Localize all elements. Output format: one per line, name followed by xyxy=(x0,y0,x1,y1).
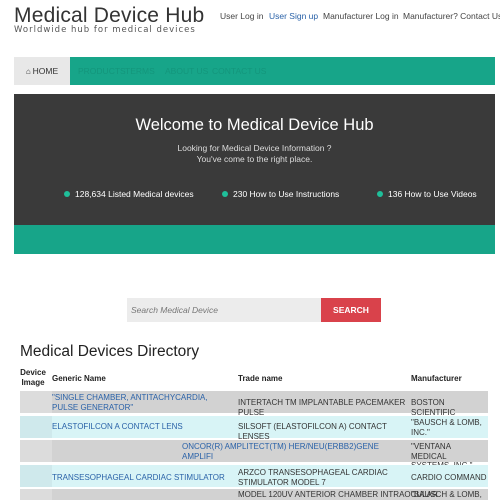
trade-name: ARZCO TRANSESOPHAGEAL CARDIAC STIMULATOR… xyxy=(238,468,388,487)
device-image xyxy=(20,440,52,462)
table-row[interactable]: ELASTOFILCON A CONTACT LENS SILSOFT (ELA… xyxy=(20,416,488,441)
hero-accent-band xyxy=(14,225,495,254)
device-image xyxy=(20,489,52,500)
stat-listed-devices: 128,634 Listed Medical devices xyxy=(64,189,194,199)
stat-label: 136 How to Use Videos xyxy=(388,189,477,199)
generic-name-link[interactable]: TRANSESOPHAGEAL CARDIAC STIMULATOR xyxy=(52,473,232,483)
directory-title: Medical Devices Directory xyxy=(20,343,200,360)
nav-contact-us[interactable]: CONTACT US xyxy=(212,57,266,85)
trade-name: INTERTACH TM IMPLANTABLE PACEMAKER PULSE xyxy=(238,398,406,417)
table-row[interactable]: "SINGLE CHAMBER, ANTITACHYCARDIA, PULSE … xyxy=(20,391,488,417)
hero-subtitle-line2: You've come to the right place. xyxy=(196,154,313,164)
nav-home[interactable]: ⌂ HOME xyxy=(14,57,70,85)
manufacturer: "BAUSCH & LOMB, xyxy=(411,490,482,499)
col-header-generic-name: Generic Name xyxy=(52,374,106,383)
manufacturer: CARDIO COMMAND xyxy=(411,473,487,482)
site-tagline: Worldwide hub for medical devices xyxy=(14,25,196,35)
search-button[interactable]: SEARCH xyxy=(321,298,381,322)
table-row[interactable]: TRANSESOPHAGEAL CARDIAC STIMULATOR ARZCO… xyxy=(20,465,488,487)
user-signup-link[interactable]: User Sign up xyxy=(269,11,318,21)
trade-name-link[interactable]: ONCOR(R) AMPLITECT(TM) HER/NEU(ERBB2)GEN… xyxy=(182,442,410,461)
home-icon: ⌂ xyxy=(25,67,31,76)
hero-title: Welcome to Medical Device Hub xyxy=(135,116,374,134)
col-header-device-image: Device Image xyxy=(20,368,46,387)
hero-subtitle-line1: Looking for Medical Device Information ? xyxy=(177,143,332,153)
generic-name-link[interactable]: "SINGLE CHAMBER, ANTITACHYCARDIA, PULSE … xyxy=(52,393,232,412)
bullet-icon xyxy=(377,190,383,197)
stat-how-to-use-instructions: 230 How to Use Instructions xyxy=(222,189,339,199)
site-header: Medical Device Hub Worldwide hub for med… xyxy=(0,0,500,50)
manufacturer-contact-link[interactable]: Manufacturer? Contact Us xyxy=(403,11,500,21)
manufacturer: BOSTON SCIENTIFIC xyxy=(411,398,456,417)
stat-label: 128,634 Listed Medical devices xyxy=(75,189,194,199)
bullet-icon xyxy=(222,190,228,197)
stat-how-to-use-videos: 136 How to Use Videos xyxy=(377,189,477,199)
top-links: User Log in User Sign up Manufacturer Lo… xyxy=(0,11,500,25)
manufacturer: "BAUSCH & LOMB, INC." xyxy=(411,418,482,437)
col-header-trade-name: Trade name xyxy=(238,374,283,383)
trade-name: SILSOFT (ELASTOFILCON A) CONTACT LENSES xyxy=(238,422,387,441)
device-image xyxy=(20,391,52,413)
manufacturer-login-link[interactable]: Manufacturer Log in xyxy=(323,11,399,21)
stat-label: 230 How to Use Instructions xyxy=(233,189,340,199)
table-row[interactable]: ONCOR(R) AMPLITECT(TM) HER/NEU(ERBB2)GEN… xyxy=(20,440,488,470)
user-login-link[interactable]: User Log in xyxy=(220,11,263,21)
generic-name-link[interactable]: ELASTOFILCON A CONTACT LENS xyxy=(52,422,232,432)
bullet-icon xyxy=(64,190,70,197)
nav-home-label: HOME xyxy=(32,66,59,76)
nav-about-us[interactable]: ABOUT US xyxy=(165,57,208,85)
device-image xyxy=(20,465,52,487)
col-header-manufacturer: Manufacturer xyxy=(411,374,462,383)
trade-name: MODEL 120UV ANTERIOR CHAMBER INTRAOCULAR xyxy=(238,490,438,499)
table-row[interactable]: MODEL 120UV ANTERIOR CHAMBER INTRAOCULAR… xyxy=(20,489,488,500)
device-image xyxy=(20,416,52,438)
search-input[interactable] xyxy=(127,298,321,322)
nav-terms[interactable]: TERMS xyxy=(125,57,155,85)
nav-products[interactable]: PRODUCTS xyxy=(78,57,126,85)
